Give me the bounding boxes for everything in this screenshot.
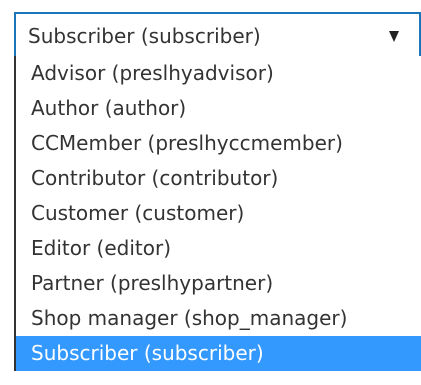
- option-customer[interactable]: Customer (customer): [16, 196, 421, 231]
- option-subscriber[interactable]: Subscriber (subscriber): [16, 336, 421, 371]
- role-select-value: Subscriber (subscriber): [28, 24, 261, 48]
- option-author[interactable]: Author (author): [16, 91, 421, 126]
- option-ccmember[interactable]: CCMember (preslhyccmember): [16, 126, 421, 161]
- role-select[interactable]: Subscriber (subscriber): [14, 12, 421, 56]
- dropdown-arrow-icon[interactable]: [389, 31, 399, 42]
- role-options-list: Advisor (preslhyadvisor) Author (author)…: [14, 56, 421, 371]
- option-shop-manager[interactable]: Shop manager (shop_manager): [16, 301, 421, 336]
- option-advisor[interactable]: Advisor (preslhyadvisor): [16, 56, 421, 91]
- option-partner[interactable]: Partner (preslhypartner): [16, 266, 421, 301]
- option-contributor[interactable]: Contributor (contributor): [16, 161, 421, 196]
- option-editor[interactable]: Editor (editor): [16, 231, 421, 266]
